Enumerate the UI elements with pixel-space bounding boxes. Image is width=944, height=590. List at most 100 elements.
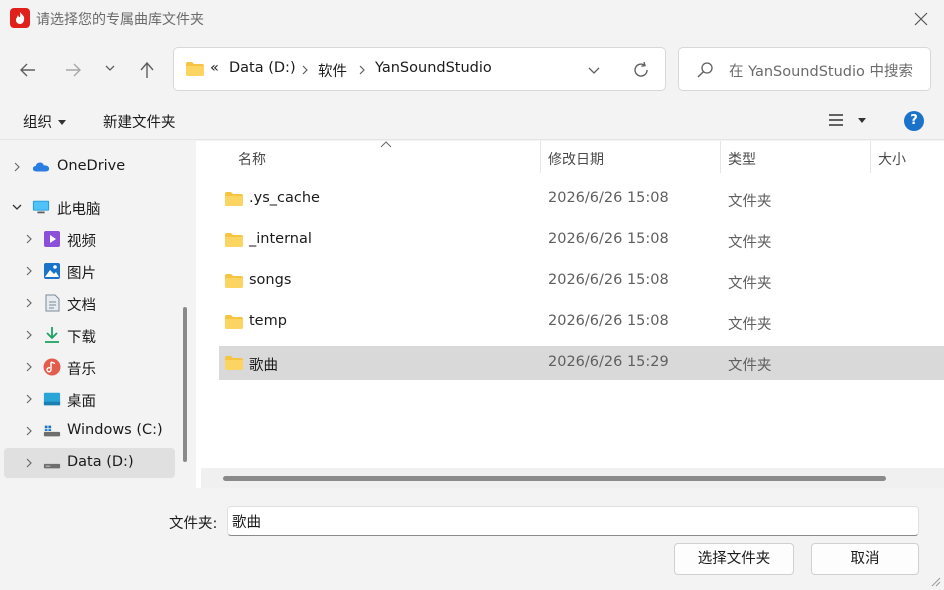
folder-icon [225, 192, 243, 206]
breadcrumb-item[interactable]: YanSoundStudio [375, 60, 492, 76]
file-row-selected[interactable]: 歌曲 2026/6/26 15:29 文件夹 [219, 346, 944, 380]
sidebar-item-this-pc[interactable]: 此电脑 [4, 192, 175, 222]
horizontal-scrollbar[interactable] [201, 468, 944, 488]
file-name: _internal [249, 231, 312, 247]
back-button[interactable] [16, 58, 40, 82]
select-folder-button[interactable]: 选择文件夹 [674, 543, 794, 575]
command-toolbar: 组织 新建文件夹 ? [0, 100, 944, 140]
folder-field-label: 文件夹: [169, 516, 218, 532]
file-list: 名称 修改日期 类型 大小 .ys_cache 2026/6/26 15:08 … [196, 141, 944, 488]
up-button[interactable] [135, 58, 159, 82]
forward-button[interactable] [61, 58, 85, 82]
sidebar-item-windows-c[interactable]: Windows (C:) [4, 416, 175, 446]
sort-ascending-icon [380, 141, 392, 148]
drive-icon [43, 463, 61, 469]
chevron-right-icon[interactable] [25, 329, 33, 341]
arrow-left-icon [20, 63, 35, 77]
close-icon [914, 12, 928, 26]
new-folder-button[interactable]: 新建文件夹 [103, 111, 176, 132]
breadcrumb-item[interactable]: Data (D:) [229, 60, 296, 76]
sidebar-item-music[interactable]: 音乐 [4, 352, 175, 382]
file-type: 文件夹 [728, 358, 772, 374]
chevron-right-icon[interactable] [25, 393, 33, 405]
sidebar-item-pictures[interactable]: 图片 [4, 256, 175, 286]
dialog-footer: 文件夹: 选择文件夹 取消 [0, 488, 944, 590]
column-header-name[interactable]: 名称 [238, 149, 266, 169]
resize-grip-icon[interactable] [931, 577, 941, 587]
drive-icon [43, 425, 61, 437]
folder-icon [225, 274, 243, 288]
file-type: 文件夹 [728, 194, 772, 210]
file-row[interactable]: songs 2026/6/26 15:08 文件夹 [219, 264, 944, 298]
column-divider[interactable] [540, 141, 541, 173]
chevron-right-icon[interactable] [25, 265, 33, 277]
folder-icon [186, 62, 204, 76]
address-dropdown-icon[interactable] [586, 62, 602, 78]
file-name: .ys_cache [249, 190, 320, 206]
close-button[interactable] [906, 4, 936, 34]
chevron-right-icon [359, 65, 365, 75]
file-type: 文件夹 [728, 235, 772, 251]
breadcrumb-item[interactable]: 软件 [318, 60, 347, 81]
column-header-modified[interactable]: 修改日期 [548, 149, 604, 169]
file-row[interactable]: .ys_cache 2026/6/26 15:08 文件夹 [219, 182, 944, 216]
chevron-right-icon[interactable] [25, 297, 33, 309]
chevron-down-icon[interactable] [11, 203, 23, 211]
chevron-right-icon[interactable] [13, 161, 21, 173]
computer-icon [32, 200, 50, 214]
download-icon [45, 327, 59, 343]
breadcrumb-overflow[interactable]: « [210, 60, 219, 76]
folder-icon [225, 233, 243, 247]
sidebar-item-label: 文档 [67, 298, 96, 314]
chevron-right-icon[interactable] [25, 233, 33, 245]
organize-menu[interactable]: 组织 [23, 111, 66, 132]
search-placeholder: 在 YanSoundStudio 中搜索 [729, 64, 913, 80]
file-row[interactable]: _internal 2026/6/26 15:08 文件夹 [219, 223, 944, 257]
file-name: songs [249, 272, 292, 288]
file-modified: 2026/6/26 15:08 [548, 313, 669, 329]
search-box[interactable]: 在 YanSoundStudio 中搜索 [678, 47, 931, 91]
chevron-down-icon [105, 65, 115, 71]
scrollbar-thumb[interactable] [223, 476, 886, 481]
column-header-type[interactable]: 类型 [728, 149, 756, 169]
chevron-right-icon[interactable] [25, 361, 33, 373]
caret-down-icon [58, 120, 66, 125]
sidebar-item-label: 音乐 [67, 362, 96, 378]
desktop-icon [43, 392, 61, 406]
file-name: 歌曲 [249, 358, 278, 374]
sidebar-item-downloads[interactable]: 下载 [4, 320, 175, 350]
column-divider[interactable] [870, 141, 871, 173]
column-divider[interactable] [720, 141, 721, 173]
file-modified: 2026/6/26 15:08 [548, 231, 669, 247]
organize-label: 组织 [23, 115, 52, 131]
address-bar[interactable]: « Data (D:) 软件 YanSoundStudio [173, 47, 666, 91]
chevron-right-icon[interactable] [25, 457, 33, 469]
music-icon [43, 358, 61, 376]
sidebar-item-videos[interactable]: 视频 [4, 224, 175, 254]
sidebar-item-label: 视频 [67, 234, 96, 250]
file-modified: 2026/6/26 15:08 [548, 272, 669, 288]
list-view-icon [829, 114, 866, 126]
chevron-right-icon[interactable] [25, 425, 33, 437]
window-title: 请选择您的专属曲库文件夹 [36, 12, 204, 28]
sidebar-scrollbar[interactable] [183, 307, 187, 462]
view-options-button[interactable] [826, 111, 870, 133]
pictures-icon [44, 263, 60, 279]
file-modified: 2026/6/26 15:08 [548, 190, 669, 206]
search-icon [697, 62, 713, 78]
cancel-button[interactable]: 取消 [811, 543, 919, 575]
sidebar-item-label: 下载 [67, 330, 96, 346]
sidebar-item-data-d[interactable]: Data (D:) [4, 448, 175, 478]
sidebar-item-documents[interactable]: 文档 [4, 288, 175, 318]
help-button[interactable]: ? [904, 111, 924, 131]
folder-icon [225, 356, 243, 370]
recent-locations-button[interactable] [100, 58, 124, 82]
sidebar-item-onedrive[interactable]: OneDrive [4, 152, 175, 182]
arrow-up-icon [140, 61, 154, 78]
arrow-right-icon [66, 63, 81, 77]
refresh-icon[interactable] [631, 60, 651, 80]
sidebar-item-desktop[interactable]: 桌面 [4, 384, 175, 414]
file-row[interactable]: temp 2026/6/26 15:08 文件夹 [219, 305, 944, 339]
column-header-size[interactable]: 大小 [878, 149, 906, 169]
folder-name-input[interactable] [227, 506, 919, 536]
